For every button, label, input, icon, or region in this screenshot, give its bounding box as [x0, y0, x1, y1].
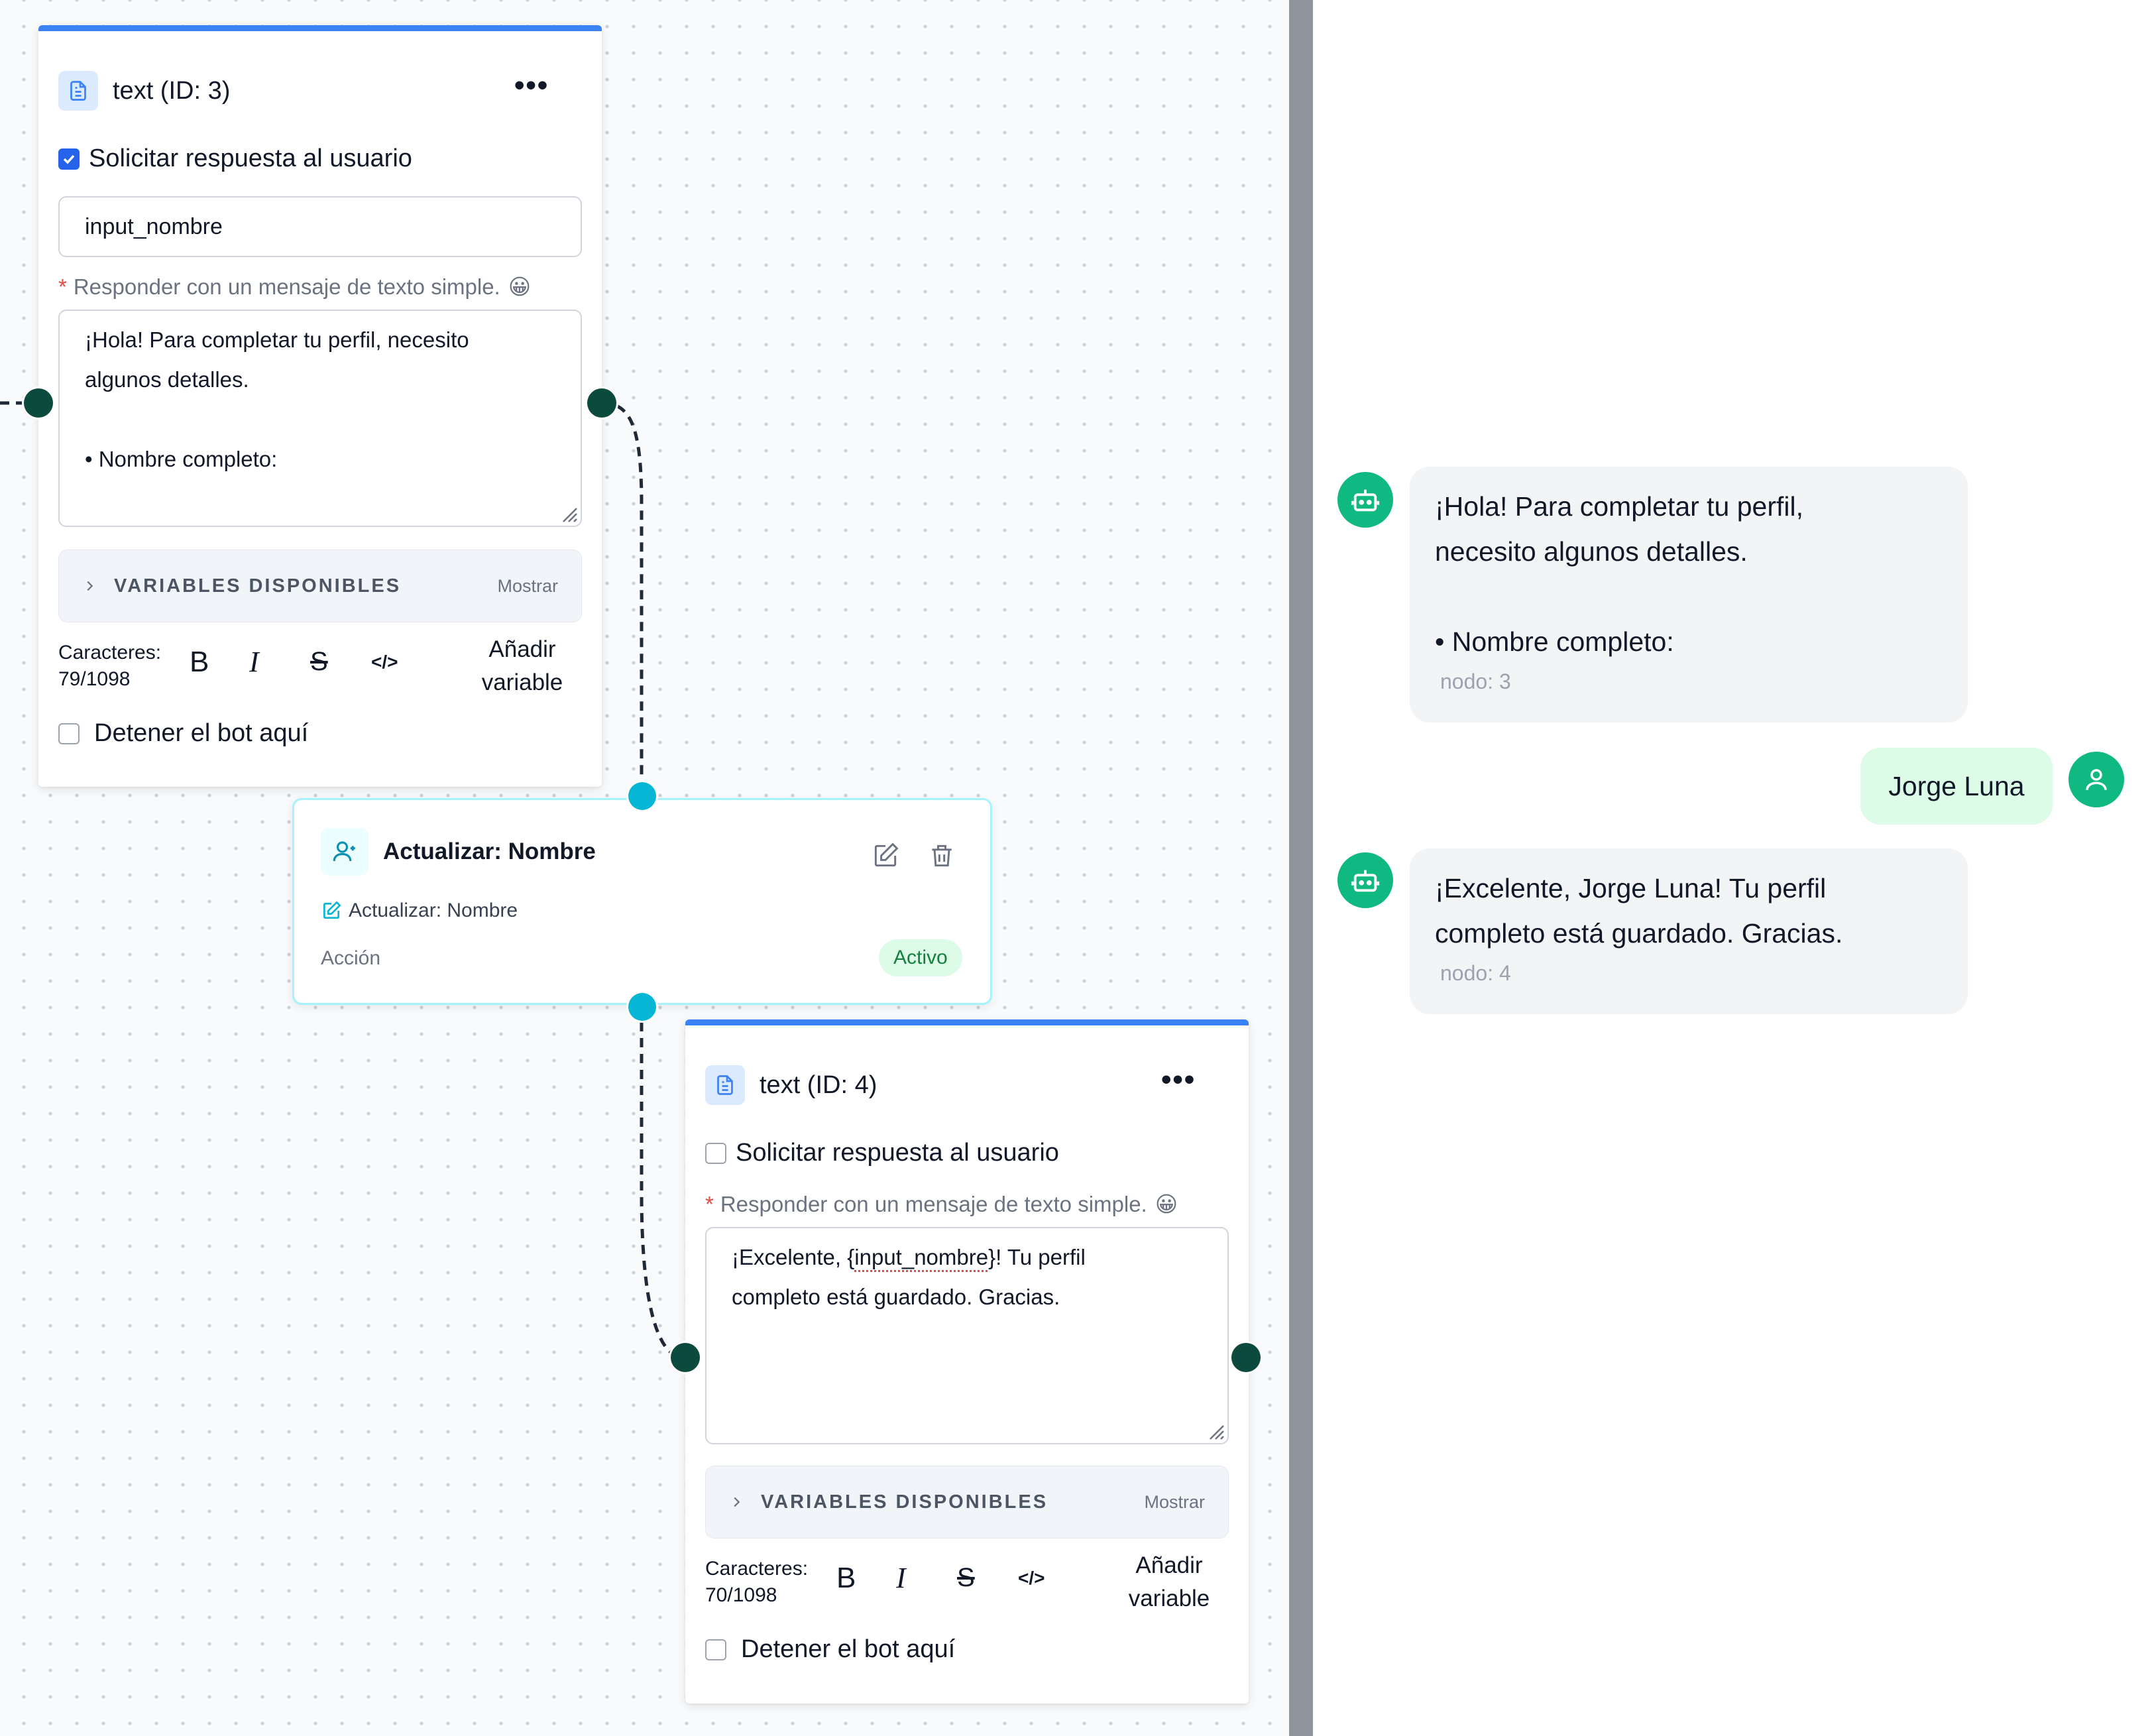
- node3-output-handle[interactable]: [587, 388, 616, 418]
- emoji-picker-icon[interactable]: 😀: [508, 274, 531, 300]
- ask-response-checkbox[interactable]: [705, 1142, 726, 1164]
- bot-icon: [1351, 489, 1380, 512]
- italic-button[interactable]: I: [249, 645, 310, 679]
- text-node-4[interactable]: text (ID: 4) ••• Solicitar respuesta al …: [685, 1019, 1249, 1704]
- document-icon: [705, 1065, 745, 1105]
- text-node-3[interactable]: text (ID: 3) ••• Solicitar respuesta al …: [38, 25, 602, 787]
- edge-node3-to-action: [601, 401, 644, 795]
- action-subtitle: Actualizar: Nombre: [349, 899, 518, 921]
- ask-response-row[interactable]: Solicitar respuesta al usuario: [58, 145, 412, 173]
- edit-icon[interactable]: [871, 841, 900, 870]
- resize-handle-icon[interactable]: [558, 503, 578, 523]
- document-icon: [58, 71, 98, 111]
- format-toolbar: B I S </>: [836, 1561, 1045, 1595]
- node-title: text (ID: 3): [113, 76, 231, 105]
- stop-bot-label: Detener el bot aquí: [741, 1635, 956, 1663]
- node3-input-handle[interactable]: [24, 388, 53, 418]
- chat-message-bot: ¡Hola! Para completar tu perfil, necesit…: [1410, 467, 1968, 723]
- code-button[interactable]: </>: [1018, 1568, 1045, 1589]
- chat-message-bot: ¡Excelente, Jorge Luna! Tu perfil comple…: [1410, 848, 1968, 1014]
- char-counter: Caracteres: 79/1098: [58, 642, 162, 690]
- chevron-right-icon: [87, 581, 93, 591]
- node-title: text (ID: 4): [760, 1071, 878, 1099]
- flow-canvas[interactable]: text (ID: 3) ••• Solicitar respuesta al …: [0, 0, 1289, 1736]
- node-header: text (ID: 3): [58, 71, 230, 111]
- action-title: Actualizar: Nombre: [383, 839, 596, 864]
- user-plus-icon: [321, 828, 368, 876]
- chat-preview-panel: ¡Hola! Para completar tu perfil, necesit…: [1313, 0, 2152, 1736]
- strikethrough-button[interactable]: S: [957, 1563, 1018, 1593]
- user-avatar: [2068, 752, 2124, 807]
- bot-icon: [1351, 870, 1380, 892]
- char-counter: Caracteres: 70/1098: [705, 1558, 809, 1606]
- edge-action-to-node4: [640, 1006, 685, 1360]
- code-button[interactable]: </>: [371, 652, 398, 673]
- status-badge: Activo: [879, 939, 962, 976]
- resize-handle-icon[interactable]: [1205, 1420, 1225, 1440]
- ask-response-label: Solicitar respuesta al usuario: [736, 1139, 1059, 1167]
- reply-label: * Responder con un mensaje de texto simpl…: [705, 1191, 1178, 1217]
- trash-icon[interactable]: [927, 841, 956, 870]
- more-options-icon[interactable]: •••: [1161, 1065, 1196, 1094]
- ask-response-row[interactable]: Solicitar respuesta al usuario: [705, 1139, 1059, 1167]
- ask-response-checkbox[interactable]: [58, 148, 80, 170]
- message-textarea[interactable]: ¡Hola! Para completar tu perfil, necesit…: [58, 310, 582, 527]
- chevron-right-icon: [734, 1497, 740, 1507]
- variables-show-toggle[interactable]: Mostrar: [497, 576, 558, 597]
- emoji-picker-icon[interactable]: 😀: [1155, 1191, 1178, 1217]
- message-textarea[interactable]: ¡Excelente, {input_nombre}! Tu perfil co…: [705, 1227, 1229, 1444]
- variable-name-input[interactable]: input_nombre: [58, 196, 582, 257]
- bot-avatar: [1337, 852, 1393, 908]
- stop-bot-row[interactable]: Detener el bot aquí: [705, 1635, 955, 1664]
- node-header: text (ID: 4): [705, 1065, 877, 1105]
- bold-button[interactable]: B: [836, 1562, 896, 1595]
- strikethrough-button[interactable]: S: [310, 647, 371, 677]
- add-variable-button[interactable]: Añadir variable: [1109, 1549, 1229, 1615]
- stop-bot-row[interactable]: Detener el bot aquí: [58, 719, 308, 748]
- bold-button[interactable]: B: [190, 646, 249, 679]
- variables-panel[interactable]: VARIABLES DISPONIBLES Mostrar: [705, 1466, 1229, 1538]
- variables-title: VARIABLES DISPONIBLES: [761, 1491, 1048, 1513]
- action-output-handle[interactable]: [628, 993, 656, 1021]
- stop-bot-label: Detener el bot aquí: [94, 719, 309, 747]
- misspelled-variable: input_nombre: [854, 1245, 989, 1269]
- italic-button[interactable]: I: [896, 1561, 957, 1595]
- action-node-update-name[interactable]: Actualizar: Nombre Actualizar: Nombre Ac…: [292, 798, 992, 1005]
- user-icon: [2086, 769, 2107, 790]
- format-toolbar: B I S </>: [190, 645, 398, 679]
- action-input-handle[interactable]: [628, 782, 656, 810]
- action-header: Actualizar: Nombre: [321, 828, 596, 876]
- node4-input-handle[interactable]: [671, 1343, 700, 1372]
- action-type: Acción: [321, 947, 381, 969]
- action-subtitle-row: Actualizar: Nombre: [321, 899, 518, 922]
- node4-output-handle[interactable]: [1231, 1343, 1261, 1372]
- bot-avatar: [1337, 472, 1393, 528]
- edit-small-icon: [323, 901, 341, 919]
- chat-message-user: Jorge Luna: [1860, 748, 2053, 825]
- stop-bot-checkbox[interactable]: [58, 723, 80, 744]
- more-options-icon[interactable]: •••: [514, 71, 549, 100]
- stop-bot-checkbox[interactable]: [705, 1639, 726, 1660]
- ask-response-label: Solicitar respuesta al usuario: [89, 145, 412, 172]
- reply-label: * Responder con un mensaje de texto simpl…: [58, 274, 532, 300]
- variables-show-toggle[interactable]: Mostrar: [1144, 1492, 1205, 1513]
- add-variable-button[interactable]: Añadir variable: [463, 633, 582, 699]
- panel-divider[interactable]: [1289, 0, 1313, 1736]
- variables-panel[interactable]: VARIABLES DISPONIBLES Mostrar: [58, 550, 582, 622]
- variables-title: VARIABLES DISPONIBLES: [114, 575, 402, 597]
